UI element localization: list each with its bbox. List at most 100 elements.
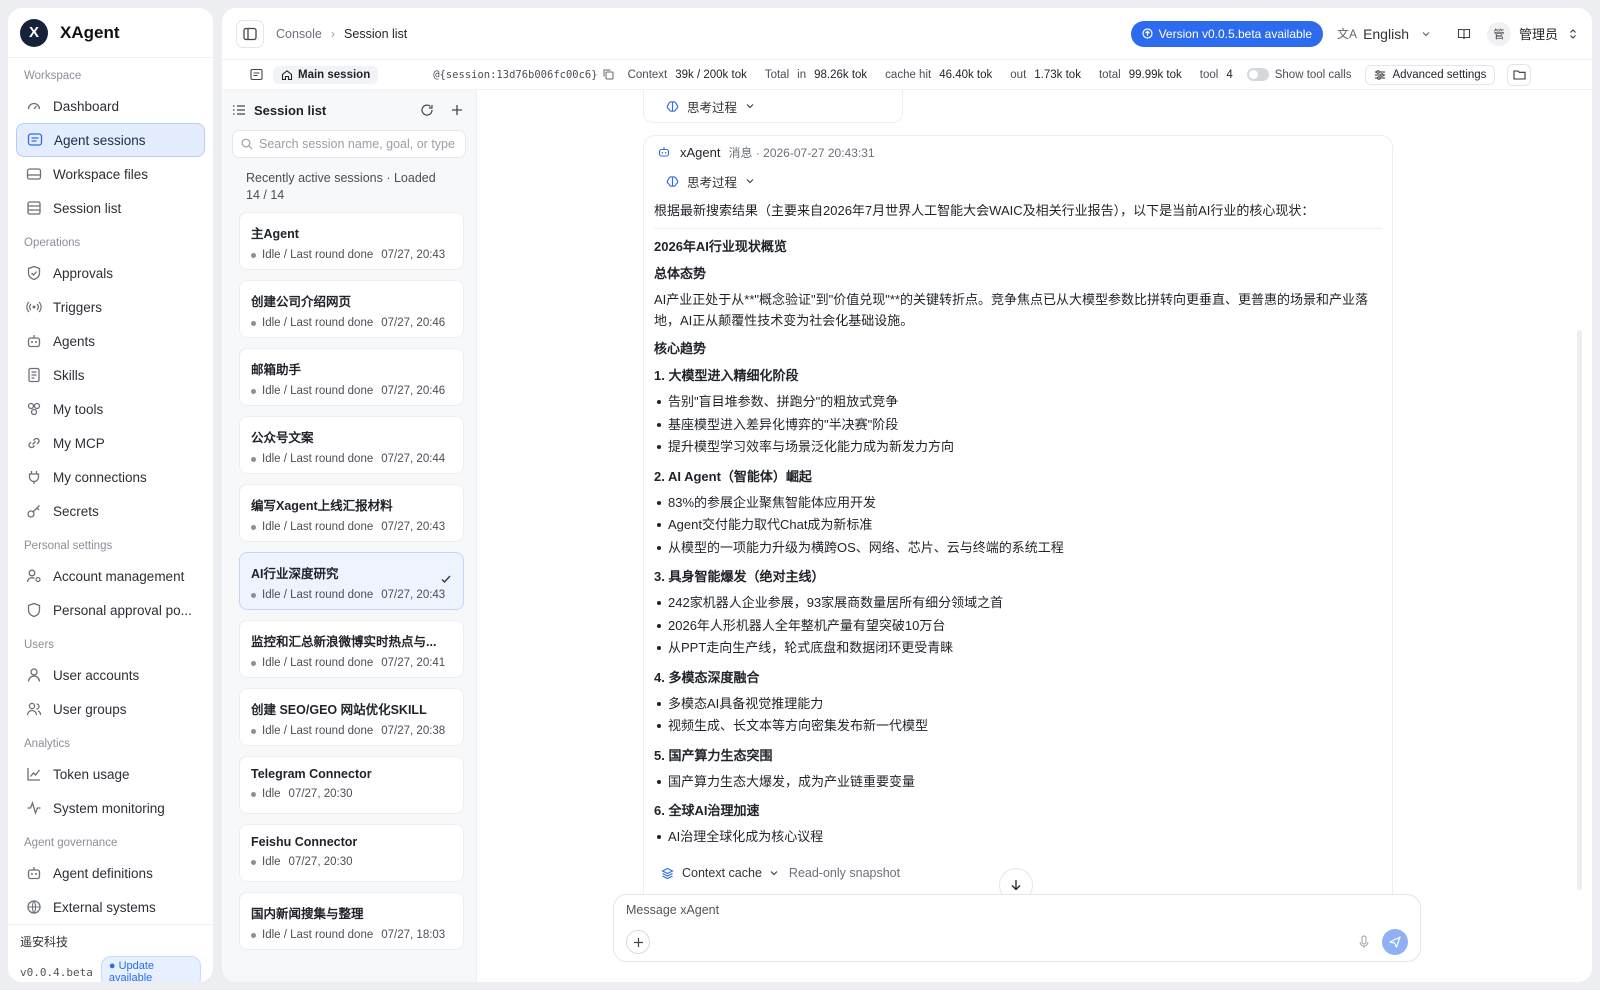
- sidebar-item-approvals[interactable]: Approvals: [16, 256, 205, 290]
- copy-icon[interactable]: [603, 69, 614, 80]
- session-cards: 主Agent Idle / Last round done 07/27, 20:43…: [232, 212, 466, 950]
- answer-title: 2026年AI行业现状概览: [654, 239, 787, 254]
- sidebar-item-agent-definitions[interactable]: Agent definitions: [16, 856, 205, 890]
- session-card[interactable]: Telegram Connector Idle 07/27, 20:30: [239, 756, 464, 814]
- message-square-icon[interactable]: [250, 68, 263, 81]
- refresh-icon[interactable]: [420, 103, 434, 117]
- status-dot: [251, 320, 256, 326]
- send-button[interactable]: [1382, 929, 1408, 955]
- context-cache-toggle[interactable]: Context cache: [682, 866, 762, 880]
- brand[interactable]: X XAgent: [8, 8, 213, 58]
- message-input[interactable]: [626, 903, 1226, 917]
- trend-list-item: 基座模型进入差异化博弈的"半决赛"阶段: [654, 414, 1382, 437]
- in-tokens: in 98.26k tok: [797, 69, 867, 81]
- sidebar-item-label: Agent definitions: [53, 865, 153, 881]
- sidebar-item-external-systems[interactable]: External systems: [16, 890, 205, 924]
- docs-book-button[interactable]: [1457, 27, 1471, 41]
- sidebar-item-label: Approvals: [53, 265, 114, 281]
- chevron-right-icon: ›: [330, 26, 336, 41]
- chat-scrollbar[interactable]: [1577, 330, 1582, 890]
- sidebar-item-triggers[interactable]: Triggers: [16, 290, 205, 324]
- sidebar-item-skills[interactable]: Skills: [16, 358, 205, 392]
- sidebar-item-my-mcp[interactable]: My MCP: [16, 426, 205, 460]
- thinking-toggle-previous[interactable]: 思考过程: [643, 90, 903, 123]
- trend-list-item: 83%的参展企业聚焦智能体应用开发: [654, 492, 1382, 515]
- workspace-folder-button[interactable]: [1507, 63, 1532, 86]
- plus-icon[interactable]: [450, 103, 464, 117]
- breadcrumb-console[interactable]: Console: [276, 27, 322, 41]
- in-value: 98.26k tok: [814, 68, 868, 81]
- trend-heading: 2. AI Agent（智能体）崛起: [654, 468, 812, 484]
- session-status-row: Idle 07/27, 20:30: [251, 788, 452, 800]
- chat-area: 思考过程 xAgent 消息 · 2026-07-27 20:43:31 思考过…: [478, 90, 1592, 982]
- sidebar-item-session-list[interactable]: Session list: [16, 191, 205, 225]
- sidebar-item-label: Dashboard: [53, 98, 120, 114]
- session-status-row: Idle / Last round done 07/27, 20:38: [251, 725, 452, 737]
- trend-list: 多模态AI具备视觉推理能力 视频生成、长文本等方向密集发布新一代模型: [654, 693, 1382, 738]
- session-card[interactable]: 国内新闻搜集与整理 Idle / Last round done 07/27, 18…: [239, 892, 464, 950]
- sidebar-item-user-accounts[interactable]: User accounts: [16, 658, 205, 692]
- status-dot: [251, 660, 256, 666]
- session-card[interactable]: 创建 SEO/GEO 网站优化SKILL Idle / Last round do…: [239, 688, 464, 746]
- session-status: Idle: [262, 788, 281, 800]
- trend-list: 告别"盲目堆参数、拼跑分"的粗放式竞争 基座模型进入差异化博弈的"半决赛"阶段 提升…: [654, 391, 1382, 459]
- trend-sections: 1. 大模型进入精细化阶段 告别"盲目堆参数、拼跑分"的粗放式竞争 基座模型进入差异…: [654, 366, 1382, 849]
- session-card[interactable]: 创建公司介绍网页 Idle / Last round done 07/27, 20:…: [239, 280, 464, 338]
- sidebar-item-label: User accounts: [53, 667, 140, 683]
- session-card[interactable]: Feishu Connector Idle 07/27, 20:30: [239, 824, 464, 882]
- microphone-icon[interactable]: [1358, 935, 1370, 949]
- answer-intro: 根据最新搜索结果（主要来自2026年7月世界人工智能大会WAIC及相关行业报告）…: [654, 200, 1382, 229]
- sidebar-item-my-tools[interactable]: My tools: [16, 392, 205, 426]
- sidebar-item-token-usage[interactable]: Token usage: [16, 757, 205, 791]
- session-status-row: Idle / Last round done 07/27, 20:43: [251, 589, 452, 601]
- sidebar-item-label: My connections: [53, 469, 147, 485]
- breadcrumb: Console › Session list: [276, 27, 407, 41]
- sidebar-item-label: Skills: [53, 367, 85, 383]
- toggle-sidebar-button[interactable]: [236, 19, 264, 48]
- show-tool-calls-toggle[interactable]: [1246, 68, 1269, 81]
- session-search-input[interactable]: Search session name, goal, or type: [232, 130, 466, 158]
- key-icon: [27, 505, 40, 518]
- sidebar-item-workspace-files[interactable]: Workspace files: [16, 157, 205, 191]
- advanced-settings-button[interactable]: Advanced settings: [1365, 64, 1496, 85]
- drive-icon: [26, 168, 42, 180]
- cache-hit-tokens: cache hit 46.40k tok: [885, 69, 992, 81]
- session-card[interactable]: 邮箱助手 Idle / Last round done 07/27, 20:46: [239, 348, 464, 406]
- sidebar-item-account-management[interactable]: Account management: [16, 559, 205, 593]
- status-dot: [251, 859, 256, 865]
- update-available-badge[interactable]: ● Update available: [100, 956, 201, 982]
- attach-button[interactable]: [626, 930, 650, 954]
- session-time: 07/27, 20:46: [381, 317, 446, 329]
- session-card[interactable]: 编写Xagent上线汇报材料 Idle / Last round done 07/2…: [239, 484, 464, 542]
- context-label: Context: [627, 68, 668, 81]
- sidebar-item-my-connections[interactable]: My connections: [16, 460, 205, 494]
- list-indent-icon: [233, 105, 245, 115]
- sidebar-item-label: My tools: [53, 401, 104, 417]
- sidebar-item-agent-sessions[interactable]: Agent sessions: [16, 123, 205, 157]
- status-dot: [251, 932, 256, 938]
- language-select[interactable]: 文A English: [1337, 25, 1431, 42]
- sidebar-item-agents[interactable]: Agents: [16, 324, 205, 358]
- main-session-tab[interactable]: Main session: [273, 65, 379, 84]
- sidebar-item-label: Session list: [53, 200, 122, 216]
- session-card[interactable]: 主Agent Idle / Last round done 07/27, 20:43: [239, 212, 464, 270]
- total2-value: 99.99k tok: [1128, 68, 1182, 81]
- sidebar-item-dashboard[interactable]: Dashboard: [16, 89, 205, 123]
- session-card[interactable]: 监控和汇总新浪微博实时热点与... Idle / Last round done 0…: [239, 620, 464, 678]
- user-menu[interactable]: 管 管理员: [1486, 21, 1578, 46]
- breadcrumb-session-list: Session list: [344, 26, 408, 41]
- sidebar-item-label: Account management: [53, 568, 185, 584]
- session-status-row: Idle / Last round done 07/27, 20:46: [251, 385, 452, 397]
- sidebar-item-user-groups[interactable]: User groups: [16, 692, 205, 726]
- version-available-button[interactable]: Version v0.0.5.beta available: [1130, 20, 1324, 47]
- sidebar-item-system-monitoring[interactable]: System monitoring: [16, 791, 205, 825]
- session-card[interactable]: AI行业深度研究 Idle / Last round done 07/27, 20:…: [239, 552, 464, 610]
- trend-list-item: 提升模型学习效率与场景泛化能力成为新发力方向: [654, 436, 1382, 459]
- session-card[interactable]: 公众号文案 Idle / Last round done 07/27, 20:44: [239, 416, 464, 474]
- cache-label: cache hit: [885, 68, 932, 81]
- thinking-toggle[interactable]: 思考过程: [654, 168, 1382, 194]
- sidebar-item-personal-approval-po[interactable]: Personal approval po...: [16, 593, 205, 627]
- sidebar-item-secrets[interactable]: Secrets: [16, 494, 205, 528]
- chevron-down-icon[interactable]: [769, 868, 779, 878]
- org-name: 遥安科技: [20, 935, 69, 949]
